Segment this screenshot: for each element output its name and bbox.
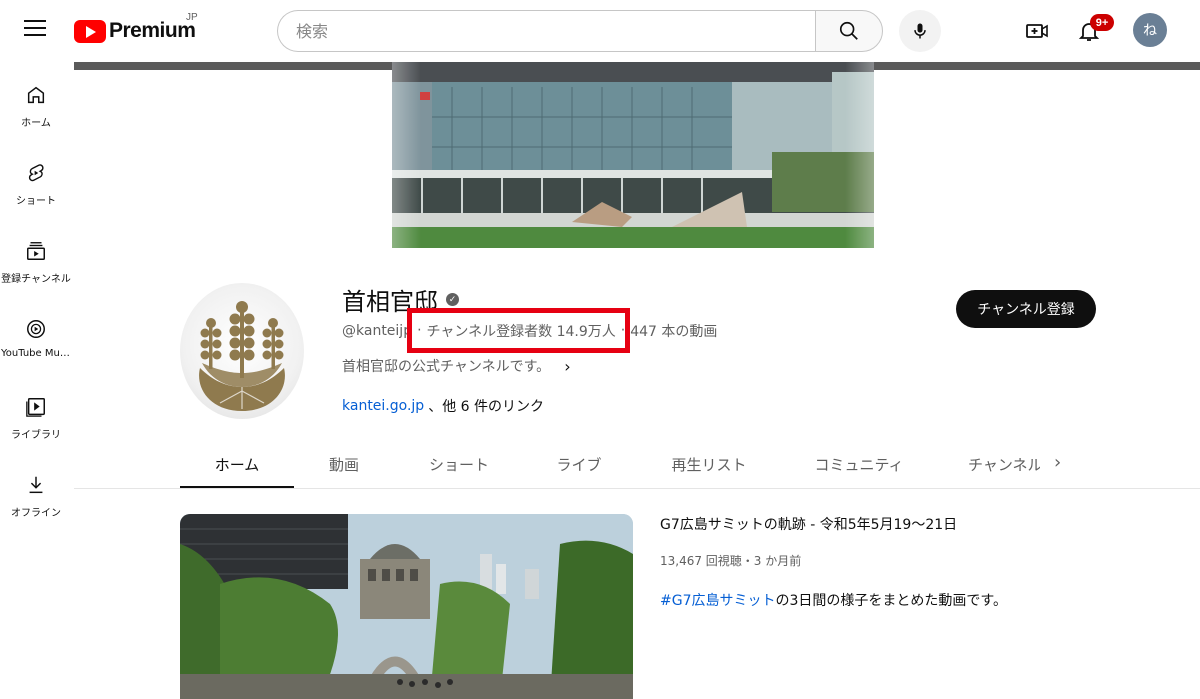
sidebar-item-library[interactable]: ライブラリ xyxy=(0,382,72,460)
more-links[interactable]: 、他 6 件のリンク xyxy=(428,396,544,416)
home-icon xyxy=(27,86,45,104)
tab-home[interactable]: ホーム xyxy=(180,440,294,488)
channel-banner xyxy=(392,62,874,248)
sidebar-item-label: YouTube Music xyxy=(1,348,71,359)
tab-community[interactable]: コミュニティ xyxy=(784,440,934,488)
channel-avatar xyxy=(180,283,304,419)
top-bar: Premium JP 9+ ね xyxy=(0,0,1200,62)
chevron-right-icon[interactable]: › xyxy=(1054,452,1061,473)
sidebar-item-youtube-music[interactable]: YouTube Music xyxy=(0,304,72,382)
notification-badge: 9+ xyxy=(1090,14,1114,31)
sidebar-item-shorts[interactable]: ショート xyxy=(0,148,72,226)
tab-live[interactable]: ライブ xyxy=(524,440,634,488)
hiroshima-dome-image xyxy=(180,514,633,699)
banner-fade xyxy=(392,62,874,248)
voice-search-button[interactable] xyxy=(899,10,941,52)
channel-handle: @kanteijp xyxy=(342,323,413,339)
paulownia-crest-icon xyxy=(199,301,285,411)
channel-description[interactable]: 首相官邸の公式チャンネルです。 › xyxy=(342,356,571,376)
sidebar-item-label: ライブラリ xyxy=(11,430,61,441)
subscribe-button[interactable]: チャンネル登録 xyxy=(956,290,1096,328)
sidebar: ホーム ショート 登録チャンネル YouTube Music ライブラリ オフラ… xyxy=(0,70,72,538)
subscriptions-icon xyxy=(27,242,45,260)
sidebar-item-label: 登録チャンネル xyxy=(1,274,71,285)
search-icon xyxy=(839,21,858,40)
hashtag-link[interactable]: #G7広島サミット xyxy=(660,593,776,609)
menu-icon[interactable] xyxy=(24,20,46,40)
tab-channels[interactable]: チャンネル xyxy=(934,440,1040,488)
tabs-divider xyxy=(74,488,1200,489)
youtube-music-icon xyxy=(27,320,45,338)
logo-text: Premium xyxy=(109,19,196,42)
sidebar-item-subscriptions[interactable]: 登録チャンネル xyxy=(0,226,72,304)
featured-video-description: #G7広島サミットの3日間の様子をまとめた動画です。 xyxy=(660,590,1007,610)
chevron-right-icon: › xyxy=(564,356,571,376)
channel-links: kantei.go.jp 、他 6 件のリンク xyxy=(342,396,544,416)
channel-link[interactable]: kantei.go.jp xyxy=(342,398,424,414)
tab-videos[interactable]: 動画 xyxy=(294,440,394,488)
youtube-premium-logo[interactable]: Premium JP xyxy=(74,12,198,44)
sidebar-item-label: ホーム xyxy=(21,118,51,129)
featured-video-description-text: の3日間の様子をまとめた動画です。 xyxy=(775,593,1008,609)
sidebar-item-label: ショート xyxy=(16,196,56,207)
tab-playlists[interactable]: 再生リスト xyxy=(634,440,784,488)
verified-check-icon: ✓ xyxy=(446,293,459,306)
account-avatar[interactable]: ね xyxy=(1133,13,1167,47)
search-button[interactable] xyxy=(815,10,883,52)
youtube-logo-icon xyxy=(74,19,106,43)
channel-tabs: ホーム 動画 ショート ライブ 再生リスト コミュニティ チャンネル xyxy=(180,440,1080,488)
create-video-icon xyxy=(1026,24,1048,38)
microphone-icon xyxy=(914,23,926,39)
channel-description-text: 首相官邸の公式チャンネルです。 xyxy=(342,359,551,375)
tab-shorts[interactable]: ショート xyxy=(394,440,524,488)
shorts-icon xyxy=(28,164,44,182)
create-button[interactable] xyxy=(1022,16,1052,46)
logo-region: JP xyxy=(186,12,198,23)
search-input[interactable] xyxy=(277,10,815,52)
download-icon xyxy=(29,476,43,494)
search-bar xyxy=(277,10,883,52)
sidebar-item-home[interactable]: ホーム xyxy=(0,70,72,148)
featured-video-title[interactable]: G7広島サミットの軌跡 - 令和5年5月19～21日 xyxy=(660,514,957,534)
featured-video-thumbnail[interactable] xyxy=(180,514,633,699)
featured-video-meta: 13,467 回視聴・3 か月前 xyxy=(660,554,802,568)
sidebar-item-label: オフライン xyxy=(11,508,61,519)
subscriber-highlight-box xyxy=(407,308,630,353)
library-icon xyxy=(26,398,45,417)
video-count: 447 本の動画 xyxy=(630,324,718,340)
sidebar-item-offline[interactable]: オフライン xyxy=(0,460,72,538)
